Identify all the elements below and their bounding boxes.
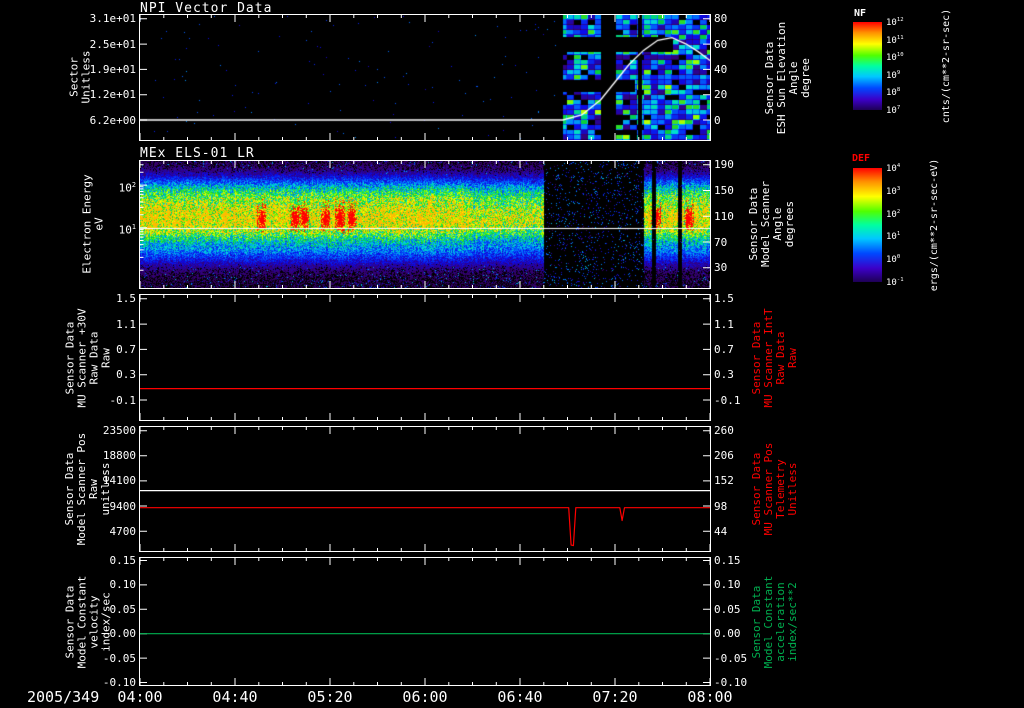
y-tick-label-left: 14100 (102, 474, 136, 488)
x-tick-label: 06:40 (497, 688, 543, 706)
y-tick-label-right: 60 (714, 37, 728, 51)
colorbar-tick-label: 1012 (886, 17, 904, 28)
colorbar-tick-label: 1010 (886, 52, 904, 64)
y-tick-label-left: 6.2e+00 (89, 113, 136, 127)
colorbar-tick-label: 104 (886, 163, 901, 174)
y-tick-label-right: 98 (714, 499, 728, 513)
y-tick-label-right: 152 (714, 474, 734, 488)
y-tick-label-left: 9400 (109, 499, 137, 513)
axis-ticks-layer (140, 427, 710, 551)
y-tick-label-right: 260 (714, 424, 734, 438)
y-tick-label-left: 0.00 (109, 627, 137, 641)
y-tick-label-right: 20 (714, 88, 728, 102)
x-tick-label: 05:20 (307, 688, 353, 706)
y-axis-label-right: Sensor Data ESH Sun Elevation Angle degr… (763, 21, 812, 135)
y-tick-label-right: 206 (714, 449, 734, 463)
x-axis-date-label: 2005/349 (27, 688, 100, 706)
x-tick-label: 04:00 (117, 688, 163, 706)
panel-title-els: MEx ELS-01 LR (140, 146, 255, 161)
y-tick-label-left: 0.10 (109, 578, 137, 592)
science-plot-window: NPI Vector Data MEx ELS-01 LR Sector Uni… (0, 0, 1024, 708)
y-tick-label-left: 3.1e+01 (89, 12, 136, 26)
x-tick-label: 06:00 (402, 688, 448, 706)
y-tick-label-left: 0.15 (109, 554, 137, 567)
colorbar-nf (853, 22, 882, 110)
y-tick-label-left: 23500 (102, 424, 136, 438)
y-tick-label-right: 0.15 (714, 554, 741, 567)
y-tick-label-right: 0.3 (714, 368, 734, 382)
y-tick-label-right: 30 (714, 261, 728, 275)
y-tick-label-right: 110 (714, 209, 734, 223)
y-tick-label-left: 1.9e+01 (89, 62, 136, 76)
y-tick-label-right: -0.05 (714, 651, 748, 665)
plot-area-els-spectrogram (139, 160, 711, 289)
y-tick-label-right: 44 (714, 524, 728, 538)
axis-ticks-layer (140, 295, 710, 420)
y-tick-label-left: 0.7 (116, 342, 136, 356)
y-tick-label-left: -0.05 (102, 651, 136, 665)
colorbar-tick-label: 108 (886, 87, 901, 99)
axis-ticks-layer (140, 15, 710, 140)
y-tick-label-left: 0.05 (109, 602, 137, 616)
colorbar-tick-label: 103 (886, 185, 901, 197)
y-tick-label-left: -0.1 (109, 393, 137, 407)
colorbar-nf-unit-label: cnts/(cm**2-sr-sec) (941, 8, 952, 124)
colorbar-tick-label: 102 (886, 208, 901, 220)
y-axis-label-right: Sensor Data Model Constant acceleration … (750, 575, 799, 669)
y-tick-label-right: 150 (714, 184, 734, 197)
y-tick-label-left: 101 (118, 223, 136, 237)
y-axis-label-right: Sensor Data MU Scanner Pos Telemetry Uni… (750, 442, 799, 536)
y-tick-label-right: 40 (714, 62, 728, 76)
series-mu-scanner-pos (140, 507, 710, 547)
x-tick-label: 08:00 (687, 688, 733, 706)
y-tick-label-right: 0.10 (714, 578, 741, 592)
y-tick-label-right: 80 (714, 12, 728, 26)
y-tick-label-left: 1.1 (116, 317, 136, 331)
colorbar-nf-title: NF (854, 8, 867, 19)
x-tick-label: 04:40 (212, 688, 258, 706)
axis-ticks-layer (140, 558, 710, 685)
y-tick-label-right: 1.1 (714, 317, 734, 331)
plot-area-mu-scanner-30v (139, 294, 711, 421)
y-tick-label-right: 0.00 (714, 627, 741, 641)
y-tick-label-left: 0.3 (116, 368, 136, 382)
y-tick-label-left: 1.2e+01 (89, 88, 136, 102)
y-tick-label-left: 1.5 (116, 292, 136, 306)
y-tick-label-right: 0.05 (714, 602, 741, 616)
colorbar-tick-label: 109 (886, 69, 901, 81)
colorbar-tick-label: 1011 (886, 34, 904, 46)
colorbar-tick-label: 10-1 (886, 277, 904, 288)
colorbar-tick-label: 101 (886, 231, 901, 243)
colorbar-def-title: DEF (852, 153, 871, 164)
colorbar-tick-label: 100 (886, 254, 901, 266)
x-tick-label: 07:20 (592, 688, 638, 706)
y-tick-label-right: 70 (714, 235, 728, 249)
y-tick-label-right: 0 (714, 113, 721, 127)
y-tick-label-left: 102 (118, 180, 136, 195)
y-tick-label-right: 190 (714, 158, 734, 172)
y-tick-label-left: 2.5e+01 (89, 37, 136, 51)
y-tick-label-right: -0.1 (714, 393, 741, 407)
colorbar-tick-label: 107 (886, 105, 901, 116)
plot-area-npi-spectrogram (139, 14, 711, 141)
colorbar-def (853, 168, 882, 282)
colorbar-def-unit-label: ergs/(cm**2-sr-sec-eV) (929, 158, 940, 292)
y-tick-label-left: 18800 (102, 449, 136, 463)
y-tick-label-left: 4700 (109, 524, 137, 538)
plot-area-scanner-pos (139, 426, 711, 552)
y-tick-label-right: 1.5 (714, 292, 734, 306)
plot-area-model-constant (139, 557, 711, 686)
axis-ticks-layer (140, 161, 710, 288)
y-axis-label-right: Sensor Data MU Scanner IntT Raw Data Raw (750, 308, 799, 408)
y-tick-label-right: 0.7 (714, 342, 734, 356)
